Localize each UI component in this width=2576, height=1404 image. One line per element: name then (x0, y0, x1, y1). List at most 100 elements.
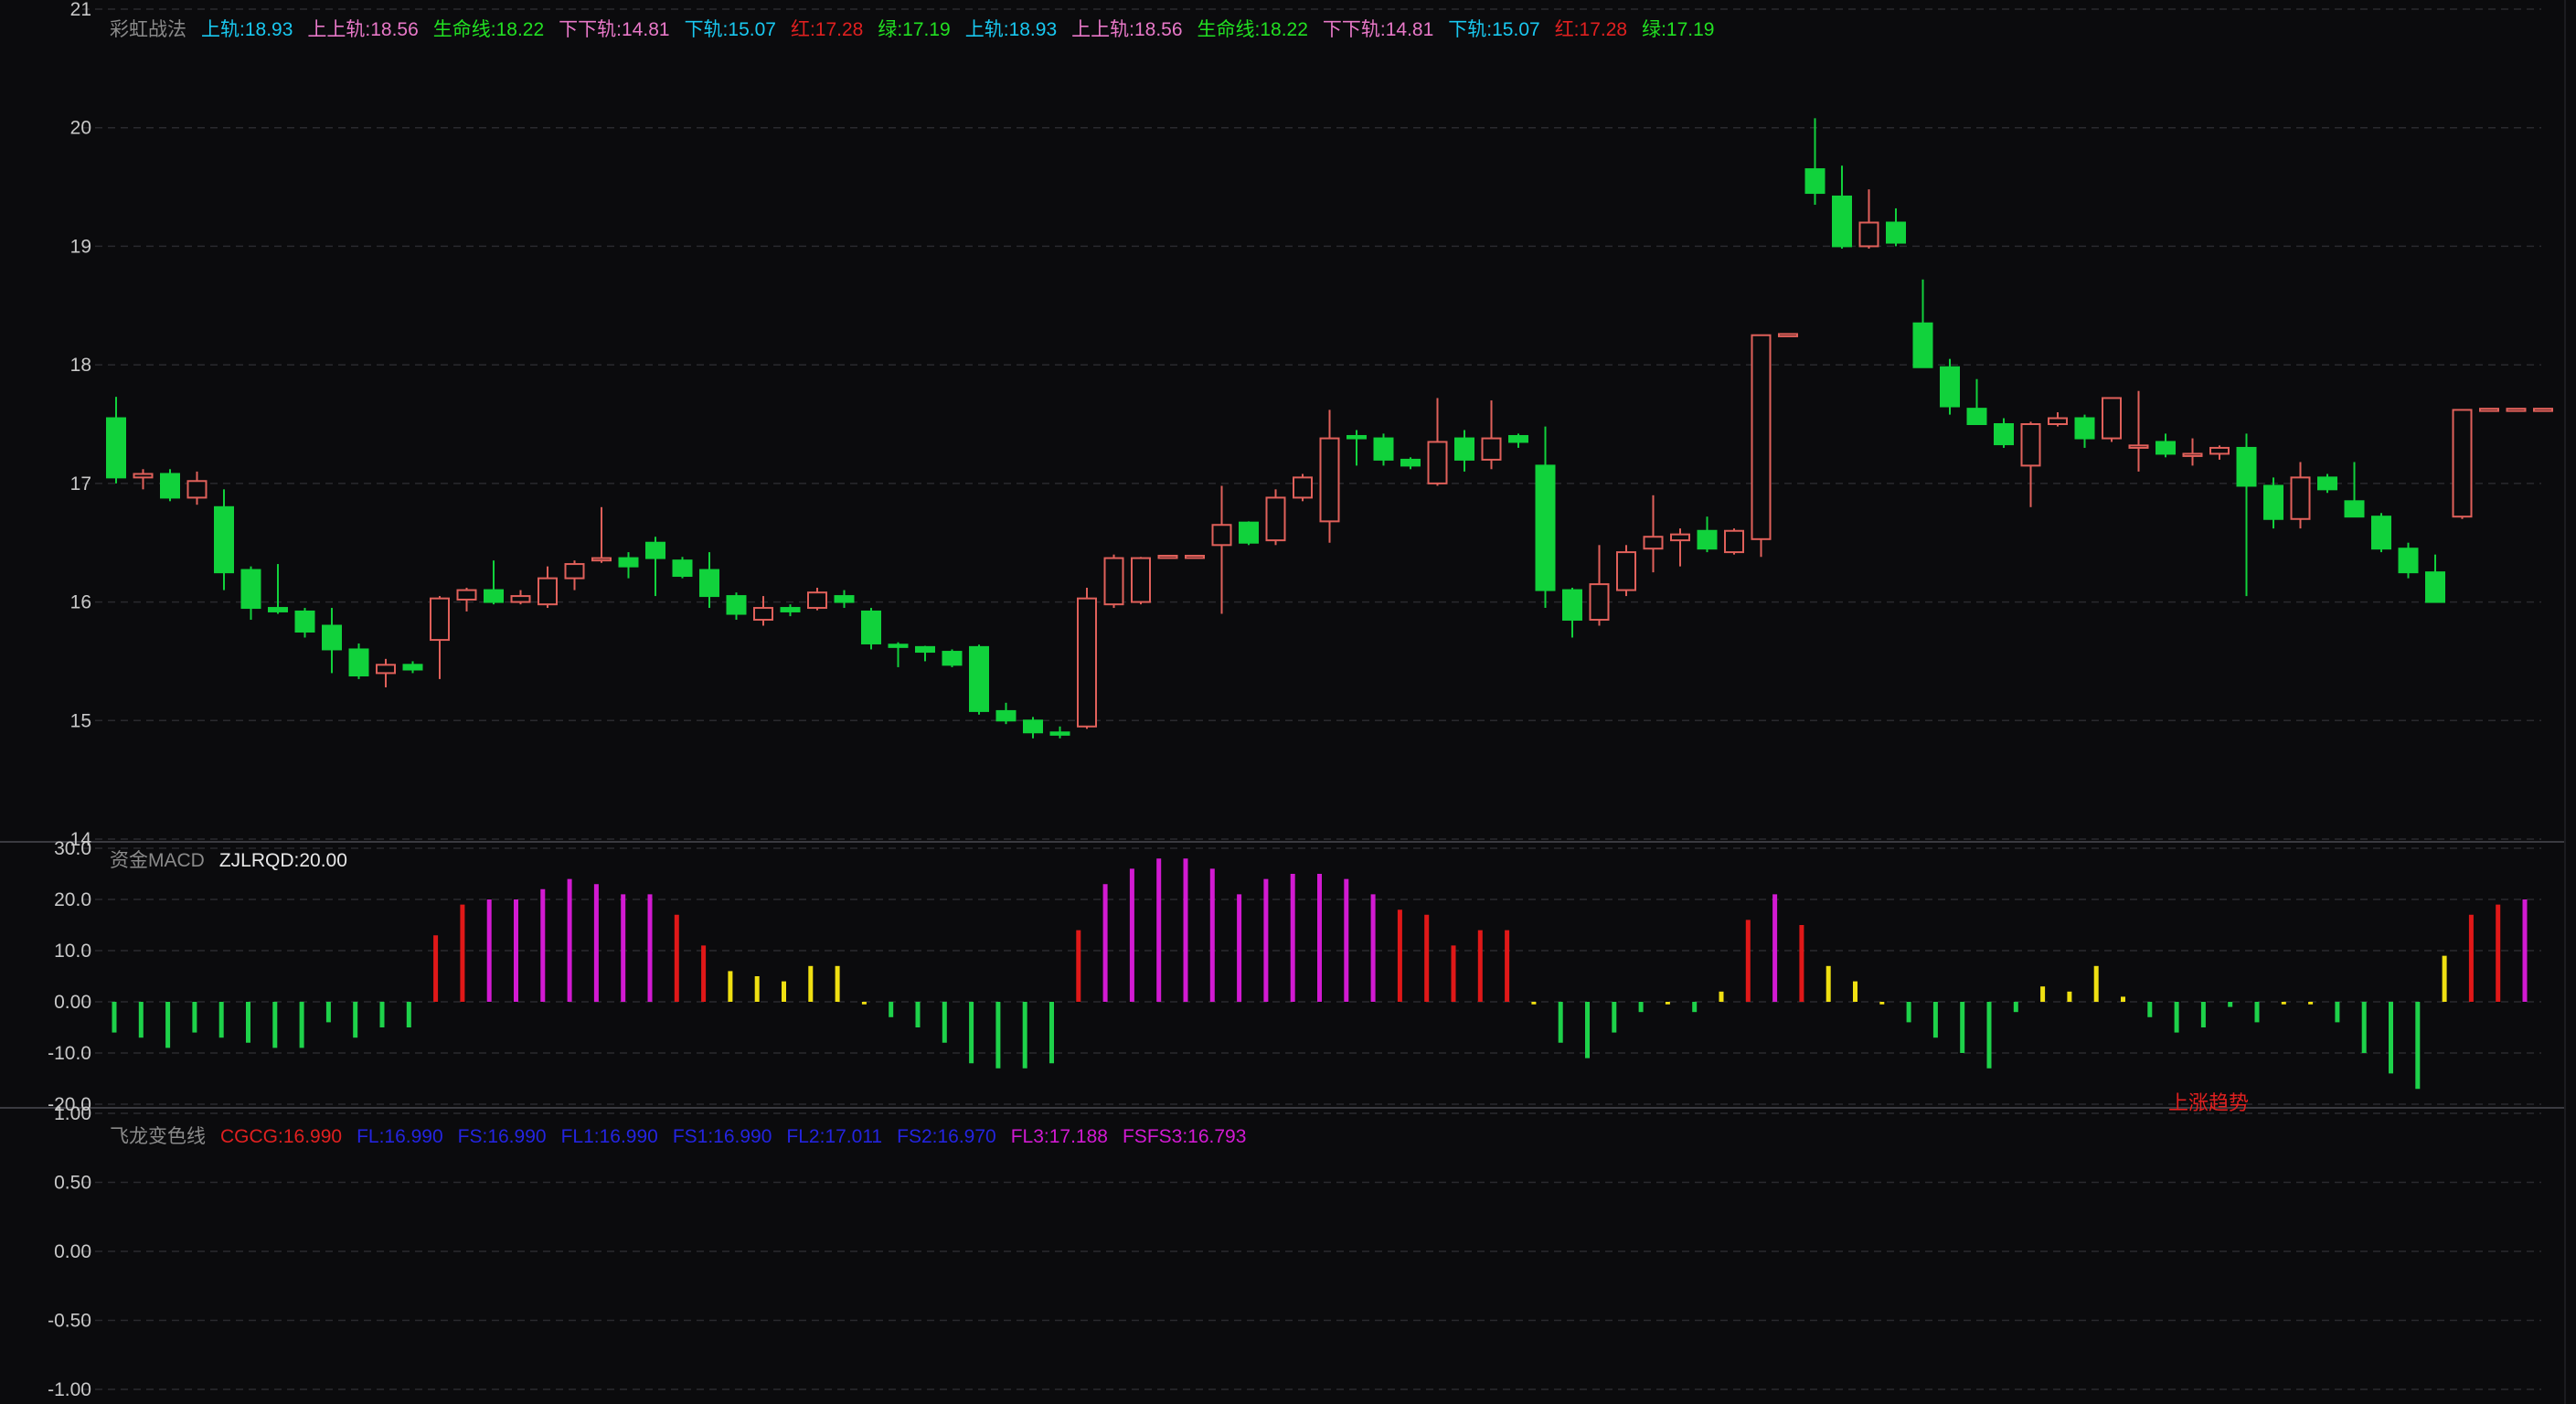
y-tick-label: 30.0 (54, 838, 91, 859)
candle-body (2506, 408, 2527, 412)
candle (2263, 477, 2283, 529)
candle (2236, 433, 2257, 597)
candle (1778, 333, 1798, 337)
candle-body (484, 589, 504, 603)
candle-body (807, 591, 827, 610)
legend-value: 下轨:15.07 (684, 19, 776, 40)
y-tick-label: 17 (70, 473, 91, 495)
candle (430, 596, 450, 679)
candle-body (1643, 536, 1664, 550)
y-tick-label: 0.00 (54, 1241, 91, 1262)
candle (2533, 408, 2553, 412)
candle-body (888, 644, 909, 648)
candle-body (1966, 408, 1987, 426)
candle (1211, 485, 1232, 614)
candle-body (2479, 408, 2499, 412)
candle-body (2452, 409, 2473, 518)
candle-body (1103, 557, 1124, 606)
y-tick-label: 16 (70, 592, 91, 613)
y-tick-label: 21 (70, 0, 91, 20)
legend-value: 绿:17.19 (878, 19, 951, 40)
candle (699, 552, 719, 609)
candle (1940, 358, 1960, 415)
candle-body (1131, 557, 1151, 603)
candle-body (1211, 524, 1232, 547)
candle-body (618, 557, 639, 568)
candle (1319, 410, 1340, 543)
candle-body (1751, 334, 1772, 540)
legend-value: 下轨:15.07 (1448, 19, 1540, 40)
candle (2425, 554, 2445, 603)
candle (807, 588, 827, 611)
candle-body (1373, 437, 1394, 461)
candle-body (2371, 516, 2391, 550)
macd-axis: 30.020.010.00.00-10.0-20.0 (48, 838, 91, 1115)
candle (915, 645, 935, 662)
candle (2182, 438, 2203, 466)
candle (564, 560, 585, 590)
candle (214, 489, 234, 590)
candle-body (1697, 529, 1718, 550)
candle (1508, 433, 1528, 448)
candle-body (969, 645, 989, 712)
candle (1347, 430, 1367, 466)
y-tick-label: 18 (70, 355, 91, 376)
candle-body (2156, 441, 2176, 455)
candle (1886, 207, 1906, 247)
candle-body (1535, 464, 1556, 591)
candle (1103, 554, 1124, 609)
candle-body (1886, 221, 1906, 244)
candle-body (1508, 434, 1528, 443)
candle-body (942, 651, 963, 666)
candlesticks (106, 118, 2553, 739)
macd-legend: 资金MACD ZJLRQD:20.00 (110, 846, 347, 873)
legend-value: 红:17.28 (790, 19, 864, 40)
legend-value: ZJLRQD:20.00 (218, 850, 347, 871)
candle (2048, 412, 2068, 427)
candle (186, 471, 208, 505)
y-tick-label: 10.0 (54, 941, 91, 962)
candle (1858, 189, 1879, 250)
legend-value: 绿:17.19 (1642, 19, 1715, 40)
candle-body (1293, 476, 1313, 499)
candle-body (726, 595, 747, 615)
candle-body (106, 417, 126, 479)
candle (1400, 457, 1421, 470)
candle-body (699, 569, 719, 598)
candle-body (1589, 583, 1610, 622)
candle (2074, 414, 2095, 448)
legend-value: FSFS3:16.793 (1122, 1126, 1247, 1147)
candle (1724, 528, 1744, 555)
candle (1966, 378, 1987, 426)
candle-body (2317, 476, 2337, 491)
candle (322, 608, 342, 674)
candle-body (322, 624, 342, 651)
candle-body (1616, 551, 1636, 591)
candle-body (1670, 533, 1690, 542)
candle-body (2344, 500, 2365, 518)
candle (484, 560, 504, 605)
candle (1049, 726, 1070, 739)
candle-body (1347, 434, 1367, 440)
candle-body (995, 709, 1017, 722)
candle (2020, 421, 2041, 507)
candle (942, 649, 963, 667)
candle-body (1185, 554, 1205, 559)
y-tick-label: 20.0 (54, 889, 91, 910)
candle-body (2128, 444, 2149, 449)
candle (2398, 542, 2419, 579)
candle-body (376, 664, 396, 675)
candle-body (402, 664, 423, 671)
legend-value: 下下轨:14.81 (1322, 19, 1434, 40)
candle (969, 644, 989, 715)
candle (1535, 426, 1556, 609)
candle-body (2533, 408, 2553, 412)
candle-body (591, 557, 612, 562)
candle (672, 557, 693, 579)
candle (1454, 430, 1474, 472)
candle-body (672, 559, 693, 578)
candle-body (510, 595, 531, 603)
candle (2290, 462, 2311, 529)
candle (1023, 717, 1043, 739)
candle-body (538, 577, 558, 606)
